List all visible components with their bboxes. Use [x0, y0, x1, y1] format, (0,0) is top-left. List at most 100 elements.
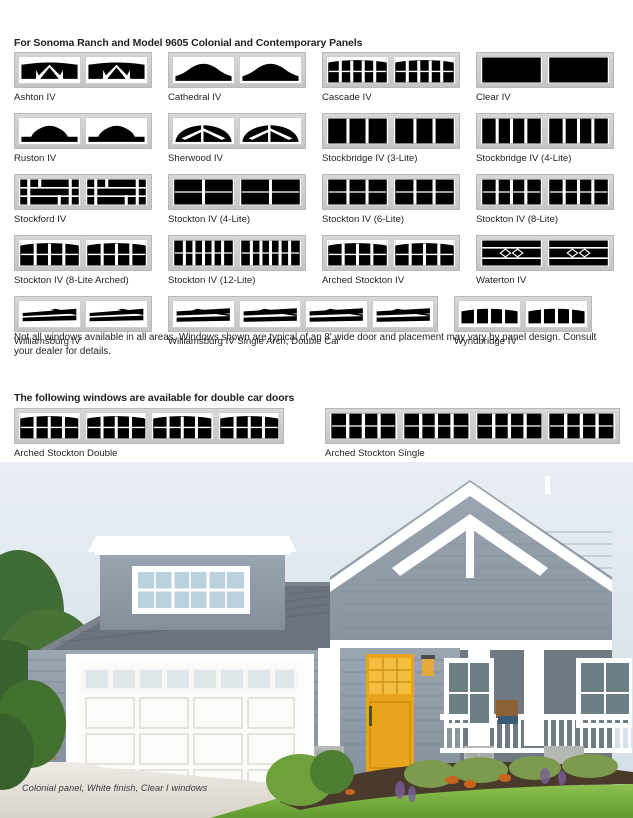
window-sample-frame [476, 52, 614, 88]
window-option-stockford[interactable]: Stockford IV [14, 174, 168, 225]
window-sample-frame [454, 296, 592, 332]
photo-caption: Colonial panel, White finish, Clear I wi… [22, 783, 208, 793]
window-lite [480, 239, 543, 267]
window-lite [238, 300, 301, 328]
window-sample-frame [322, 52, 460, 88]
window-sample-frame [322, 235, 460, 271]
window-sample-frame [168, 235, 306, 271]
window-lite [326, 239, 389, 267]
window-sample-frame [168, 296, 438, 332]
window-option-label: Stockton IV (6-Lite) [322, 214, 405, 225]
window-option-label: Stockton IV (8-Lite Arched) [14, 275, 129, 286]
window-option-label: Cathedral IV [168, 92, 222, 103]
window-option-label: Waterton IV [476, 275, 527, 286]
window-sample-frame [322, 113, 460, 149]
window-lite [239, 239, 302, 267]
window-lite [480, 178, 543, 206]
window-lite [480, 56, 543, 84]
window-sample-frame [14, 113, 152, 149]
window-sample-frame [325, 408, 620, 444]
window-lite [305, 300, 368, 328]
window-lite [239, 117, 302, 145]
disclaimer-text: Not all windows available in all areas. … [14, 332, 597, 357]
window-option-label: Stockford IV [14, 214, 67, 225]
window-sample-frame [476, 235, 614, 271]
double-car-option-label: Arched Stockton Single [325, 448, 425, 459]
window-lite [393, 56, 456, 84]
window-option-label: Ruston IV [14, 153, 57, 164]
window-lite [326, 178, 389, 206]
window-lite [151, 412, 214, 440]
window-option-sherwood[interactable]: Sherwood IV [168, 113, 322, 164]
window-lite [172, 178, 235, 206]
window-lite [393, 178, 456, 206]
window-option-stockbridge3[interactable]: Stockbridge IV (3-Lite) [322, 113, 476, 164]
window-lite [547, 178, 610, 206]
window-lite [18, 178, 81, 206]
window-option-stockton12[interactable]: Stockton IV (12-Lite) [168, 235, 322, 286]
window-lite [18, 300, 81, 328]
window-lite [239, 56, 302, 84]
window-option-stockton4[interactable]: Stockton IV (4-Lite) [168, 174, 322, 225]
window-lite [172, 56, 235, 84]
double-car-option-archedstocktondouble[interactable]: Arched Stockton Double [14, 408, 284, 459]
window-option-stockbridge4[interactable]: Stockbridge IV (4-Lite) [476, 113, 624, 164]
window-lite [18, 239, 81, 267]
window-option-label: Stockton IV (4-Lite) [168, 214, 251, 225]
brochure-page: For Sonoma Ranch and Model 9605 Colonial… [0, 0, 633, 818]
double-car-option-label: Arched Stockton Double [14, 448, 118, 459]
window-option-clear[interactable]: Clear IV [476, 52, 624, 103]
window-lite [371, 300, 434, 328]
window-lite [474, 412, 544, 440]
window-row: Stockton IV (8-Lite Arched) Stockton IV (… [14, 235, 624, 286]
window-option-stockton8arch[interactable]: Stockton IV (8-Lite Arched) [14, 235, 168, 286]
window-sample-frame [476, 174, 614, 210]
window-option-label: Arched Stockton IV [322, 275, 405, 286]
window-lite [329, 412, 398, 440]
window-row: Ruston IV Sherwood IV Stockbridge IV (3-L… [14, 113, 624, 164]
window-lite [217, 412, 280, 440]
window-option-cascade[interactable]: Cascade IV [322, 52, 476, 103]
window-lite [393, 117, 456, 145]
window-option-waterton[interactable]: Waterton IV [476, 235, 624, 286]
window-option-stockton6[interactable]: Stockton IV (6-Lite) [322, 174, 476, 225]
window-sample-frame [14, 174, 152, 210]
window-option-label: Ashton IV [14, 92, 56, 103]
window-lite [547, 239, 610, 267]
window-option-stockton8[interactable]: Stockton IV (8-Lite) [476, 174, 624, 225]
window-lite [401, 412, 471, 440]
window-lite [172, 300, 235, 328]
window-option-ruston[interactable]: Ruston IV [14, 113, 168, 164]
window-sample-frame [14, 235, 152, 271]
window-lite [458, 300, 521, 328]
page-title: For Sonoma Ranch and Model 9605 Colonial… [14, 37, 363, 49]
window-sample-frame [168, 52, 306, 88]
window-lite [172, 239, 235, 267]
window-option-label: Stockbridge IV (4-Lite) [476, 153, 572, 164]
window-option-cathedral[interactable]: Cathedral IV [168, 52, 322, 103]
double-car-sample-grid: Arched Stockton Double Arched Stockton Si… [14, 408, 624, 459]
window-sample-frame [168, 174, 306, 210]
window-sample-frame [14, 52, 152, 88]
window-sample-frame [322, 174, 460, 210]
window-row: Ashton IV Cathedral IV Cascade IV Clear IV [14, 52, 624, 103]
window-lite [547, 117, 610, 145]
window-lite [239, 178, 302, 206]
window-option-archedstockton[interactable]: Arched Stockton IV [322, 235, 476, 286]
window-lite [85, 56, 148, 84]
window-lite [326, 56, 389, 84]
window-sample-frame [14, 296, 152, 332]
window-sample-frame [168, 113, 306, 149]
window-sample-grid: Ashton IV Cathedral IV Cascade IV Clear IV… [14, 52, 624, 357]
window-lite [393, 239, 456, 267]
window-option-label: Sherwood IV [168, 153, 223, 164]
double-car-heading: The following windows are available for … [14, 392, 295, 404]
window-lite [18, 117, 81, 145]
window-option-ashton[interactable]: Ashton IV [14, 52, 168, 103]
window-lite [85, 239, 148, 267]
window-lite [326, 117, 389, 145]
window-lite [525, 300, 588, 328]
house-illustration [0, 462, 633, 818]
double-car-option-archedstocktonsingle[interactable]: Arched Stockton Single [325, 408, 624, 459]
window-option-label: Stockton IV (12-Lite) [168, 275, 256, 286]
